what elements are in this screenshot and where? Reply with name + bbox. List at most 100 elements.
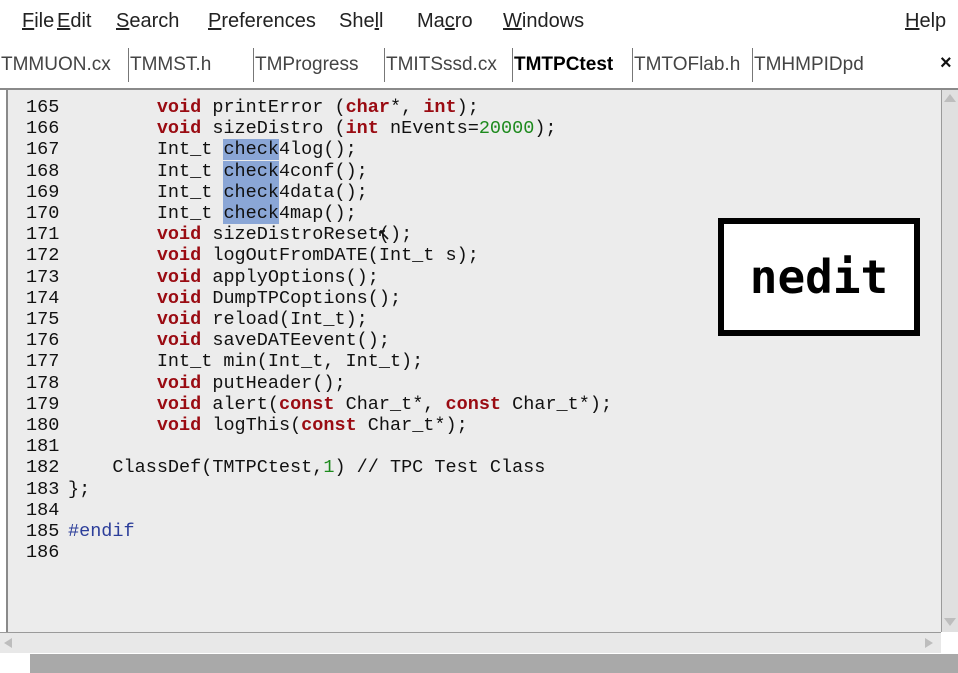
menu-mnemonic: E	[57, 10, 71, 32]
menu-bar: File Edit Search Preferences Shell Macro Windo…	[0, 0, 958, 42]
code-token: Int_t	[68, 181, 224, 203]
keyword-token: void	[156, 415, 202, 436]
menu-label-part: references	[221, 10, 316, 32]
line-number: 165	[26, 97, 60, 118]
line-number: 183	[26, 478, 60, 500]
line-number: 184	[26, 499, 60, 521]
tab-tmmuon.cx[interactable]: TMMUON.cx	[0, 48, 128, 82]
line-number: 173	[26, 266, 60, 288]
tab-tmhmpidpd[interactable]: TMHMPIDpd	[752, 48, 938, 82]
code-text: void logOutFromDATE(Int_t s);	[68, 246, 479, 266]
keyword-token: void	[156, 393, 202, 415]
menu-label-part: Ma	[417, 10, 445, 32]
code-token: sizeDistro (	[201, 118, 346, 140]
preprocessor-token: #endif	[68, 521, 135, 542]
scroll-up-arrow-icon[interactable]	[944, 94, 956, 102]
menu-label-part: indows	[521, 10, 585, 32]
line-number: 186	[26, 542, 60, 564]
keyword-token: void	[156, 330, 202, 352]
line-number: 172	[26, 245, 60, 267]
menu-mnemonic: W	[503, 10, 522, 32]
menu-item-shell[interactable]: Shell	[339, 10, 384, 33]
code-editor[interactable]: 165 void printError (char*, int); 166 voi…	[6, 90, 943, 632]
status-bar	[30, 654, 958, 673]
vertical-scrollbar[interactable]	[941, 90, 958, 632]
code-token: DumpTPCoptions();	[201, 287, 402, 309]
code-token: 4data();	[278, 181, 368, 203]
menu-label-part: elp	[919, 10, 947, 32]
code-token: logOutFromDATE(Int_t s);	[201, 245, 479, 267]
tab-tmtpctest[interactable]: TMTPCtest	[512, 48, 632, 82]
code-token: saveDATEevent();	[201, 330, 390, 352]
menu-item-preferences[interactable]: Preferences	[208, 10, 316, 33]
number-token: 1	[323, 457, 335, 479]
line-number: 166	[26, 118, 60, 140]
menu-label-part: earch	[129, 10, 180, 32]
scroll-left-arrow-icon[interactable]	[4, 638, 12, 648]
line-number: 178	[26, 372, 60, 394]
keyword-token: void	[156, 118, 202, 140]
code-token: Char_t*,	[334, 393, 446, 415]
scroll-down-arrow-icon[interactable]	[944, 618, 956, 626]
scroll-right-arrow-icon[interactable]	[925, 638, 933, 648]
code-text: void DumpTPCoptions();	[68, 287, 402, 309]
selected-text: check	[223, 160, 279, 182]
line-number: 170	[26, 203, 60, 224]
menu-item-search[interactable]: Search	[116, 10, 179, 33]
tab-tmmst.h[interactable]: TMMST.h	[128, 48, 253, 82]
menu-mnemonic: c	[444, 10, 455, 32]
tab-tmitsssd.cx[interactable]: TMITSssd.cx	[384, 48, 512, 82]
menu-mnemonic: F	[22, 10, 35, 32]
tab-tmtoflab.h[interactable]: TMTOFlab.h	[632, 48, 752, 82]
code-token: Int_t	[68, 139, 224, 161]
code-token: putHeader();	[201, 372, 346, 394]
code-token: Char_t*);	[356, 415, 468, 436]
menu-item-windows[interactable]: Windows	[503, 10, 584, 33]
code-text: void putHeader();	[68, 372, 346, 394]
close-tab-icon[interactable]: ×	[940, 52, 958, 75]
code-text: Int_t check4data();	[68, 181, 368, 203]
code-token: printError (	[201, 97, 346, 118]
menu-label-part: l	[379, 10, 384, 32]
keyword-token: void	[156, 224, 202, 246]
number-token: 20000	[478, 118, 535, 140]
line-number: 167	[26, 139, 60, 161]
menu-item-edit[interactable]: Edit	[57, 10, 91, 33]
selected-text: check	[223, 203, 279, 224]
code-token: );	[456, 97, 479, 118]
code-token: *,	[390, 97, 424, 118]
selected-text: check	[223, 139, 279, 161]
code-token: 4conf();	[278, 160, 368, 182]
menu-item-macro[interactable]: Macro	[417, 10, 473, 33]
code-text: void alert(const Char_t*, const Char_t*)…	[68, 393, 612, 415]
menu-mnemonic: S	[116, 10, 130, 32]
menu-item-help[interactable]: Help	[905, 10, 946, 33]
line-number: 180	[26, 415, 60, 436]
code-token: 4log();	[278, 139, 357, 161]
app-name-overlay: nedit	[718, 218, 920, 336]
code-text: ClassDef(TMTPCtest,1) // TPC Test Class	[68, 458, 545, 478]
line-number: 179	[26, 393, 60, 415]
tab-tmprogress[interactable]: TMProgress	[253, 48, 384, 82]
code-text: void applyOptions();	[68, 266, 379, 288]
line-number: 181	[26, 436, 60, 458]
code-token: ClassDef(TMTPCtest,	[68, 457, 324, 479]
line-number: 174	[26, 287, 60, 309]
code-token: 4map();	[278, 203, 357, 224]
code-token: );	[534, 118, 557, 140]
code-token: applyOptions();	[201, 266, 379, 288]
horizontal-scrollbar[interactable]	[0, 632, 941, 653]
code-text: void sizeDistroReset();	[68, 225, 412, 245]
code-text: Int_t min(Int_t, Int_t);	[68, 352, 423, 372]
menu-item-file[interactable]: File	[22, 10, 54, 33]
code-text: void sizeDistro (int nEvents=20000);	[68, 119, 557, 139]
menu-label-part: ile	[34, 10, 55, 32]
